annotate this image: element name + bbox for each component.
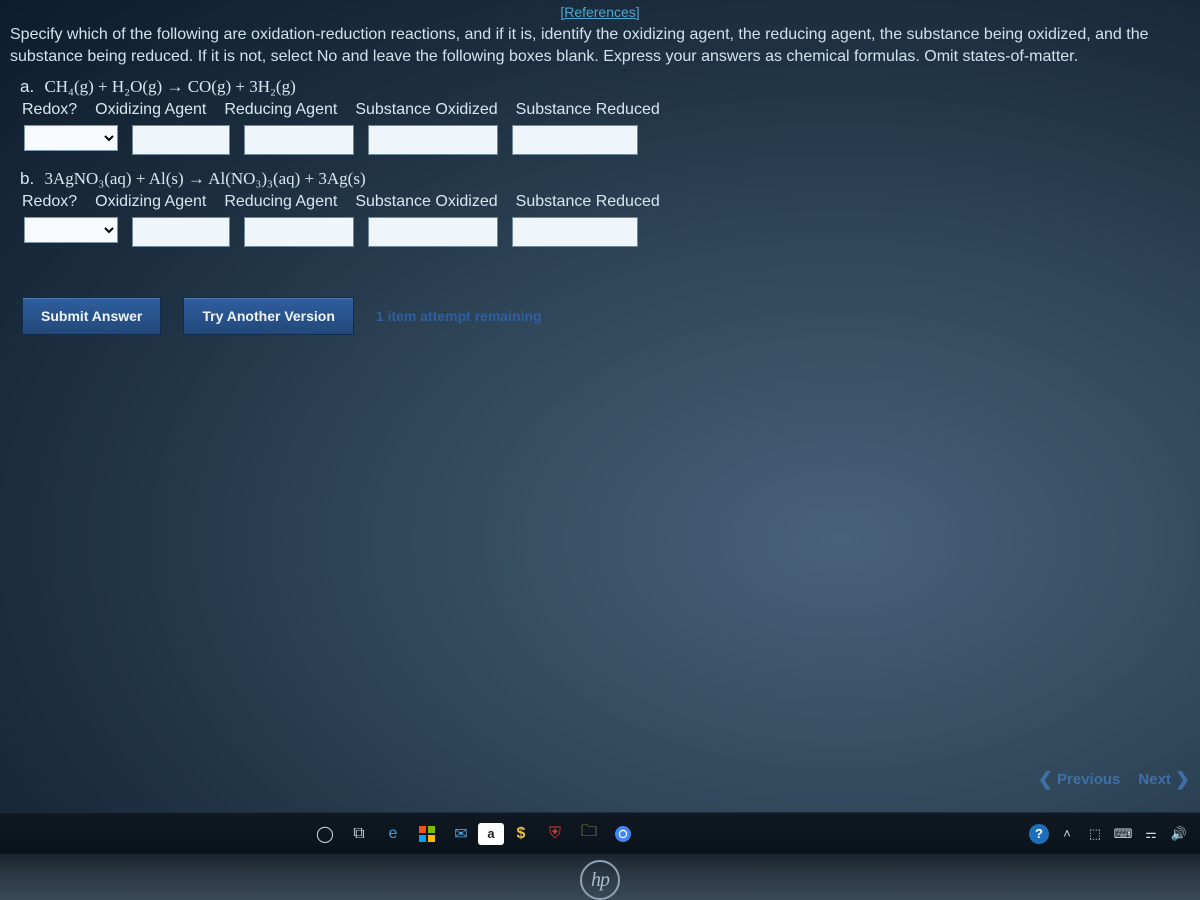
question-a: a. CH₄(g) + H₂O(g) → CO(g) + 3H₂(g) Redo…: [20, 77, 1192, 155]
inputs-row-b: [24, 217, 1192, 247]
mcafee-shield-icon[interactable]: ⛨: [538, 817, 572, 851]
substance-oxidized-input-a[interactable]: [368, 125, 498, 155]
chrome-icon[interactable]: [606, 817, 640, 851]
task-view-icon[interactable]: ⧉: [342, 817, 376, 851]
equation-a: a. CH₄(g) + H₂O(g) → CO(g) + 3H₂(g): [20, 77, 1192, 97]
amazon-icon[interactable]: a: [478, 823, 504, 845]
edge-icon[interactable]: e: [376, 817, 410, 851]
reducing-agent-input-a[interactable]: [244, 125, 354, 155]
substance-reduced-input-b[interactable]: [512, 217, 638, 247]
column-headers-a: Redox? Oxidizing Agent Reducing Agent Su…: [22, 101, 1192, 119]
instructions-text: Specify which of the following are oxida…: [10, 24, 1190, 67]
inputs-row-a: [24, 125, 1192, 155]
submit-answer-button[interactable]: Submit Answer: [22, 297, 161, 335]
hdr-sub-red-b: Substance Reduced: [516, 193, 660, 211]
redox-select-a[interactable]: [24, 125, 118, 151]
hdr-sub-ox-b: Substance Oxidized: [355, 193, 497, 211]
mail-icon[interactable]: ✉: [444, 817, 478, 851]
hdr-redox-b: Redox?: [22, 193, 77, 211]
microsoft-store-icon[interactable]: [410, 817, 444, 851]
hdr-oxidizing-b: Oxidizing Agent: [95, 193, 206, 211]
wifi-icon[interactable]: ⚎: [1138, 819, 1164, 849]
next-button[interactable]: Next ❯: [1138, 770, 1190, 788]
oxidizing-agent-input-a[interactable]: [132, 125, 230, 155]
hdr-redox: Redox?: [22, 101, 77, 119]
references-link[interactable]: [References]: [8, 0, 1192, 22]
redox-select-b[interactable]: [24, 217, 118, 243]
help-tray-icon[interactable]: ?: [1026, 819, 1052, 849]
attempts-remaining-text: 1 item attempt remaining: [376, 308, 542, 324]
hdr-sub-red: Substance Reduced: [516, 101, 660, 119]
dropbox-icon[interactable]: ⬚: [1082, 819, 1108, 849]
file-explorer-icon[interactable]: 🗀: [572, 817, 606, 851]
tray-caret-up-icon[interactable]: ˄: [1054, 819, 1080, 849]
oxidizing-agent-input-b[interactable]: [132, 217, 230, 247]
laptop-bezel: hp: [0, 854, 1200, 900]
column-headers-b: Redox? Oxidizing Agent Reducing Agent Su…: [22, 193, 1192, 211]
chevron-right-icon: ❯: [1175, 770, 1190, 788]
windows-taskbar: ◯ ⧉ e ✉ a $ ⛨ 🗀 ? ˄ ⬚ ⌨ ⚎ 🔊: [0, 812, 1200, 854]
previous-label: Previous: [1057, 771, 1120, 788]
dollar-icon[interactable]: $: [504, 817, 538, 851]
equation-b-text: 3AgNO₃(aq) + Al(s) → Al(NO₃)₃(aq) + 3Ag(…: [44, 169, 365, 188]
hdr-oxidizing: Oxidizing Agent: [95, 101, 206, 119]
pager-nav: ❮ Previous Next ❯: [1038, 770, 1190, 788]
question-b: b. 3AgNO₃(aq) + Al(s) → Al(NO₃)₃(aq) + 3…: [20, 169, 1192, 247]
previous-button[interactable]: ❮ Previous: [1038, 770, 1120, 788]
hp-logo: hp: [580, 860, 620, 900]
substance-oxidized-input-b[interactable]: [368, 217, 498, 247]
cortana-circle-icon[interactable]: ◯: [308, 817, 342, 851]
reducing-agent-input-b[interactable]: [244, 217, 354, 247]
try-another-version-button[interactable]: Try Another Version: [183, 297, 354, 335]
volume-icon[interactable]: 🔊: [1166, 819, 1192, 849]
next-label: Next: [1138, 771, 1171, 788]
help-badge: ?: [1029, 824, 1049, 844]
equation-a-text: CH₄(g) + H₂O(g) → CO(g) + 3H₂(g): [44, 77, 295, 96]
question-b-label: b.: [20, 169, 34, 188]
hdr-sub-ox: Substance Oxidized: [355, 101, 497, 119]
hdr-reducing: Reducing Agent: [224, 101, 337, 119]
keyboard-tray-icon[interactable]: ⌨: [1110, 819, 1136, 849]
substance-reduced-input-a[interactable]: [512, 125, 638, 155]
equation-b: b. 3AgNO₃(aq) + Al(s) → Al(NO₃)₃(aq) + 3…: [20, 169, 1192, 189]
action-button-row: Submit Answer Try Another Version 1 item…: [22, 297, 1192, 335]
chevron-left-icon: ❮: [1038, 770, 1053, 788]
question-a-label: a.: [20, 77, 34, 96]
hdr-reducing-b: Reducing Agent: [224, 193, 337, 211]
